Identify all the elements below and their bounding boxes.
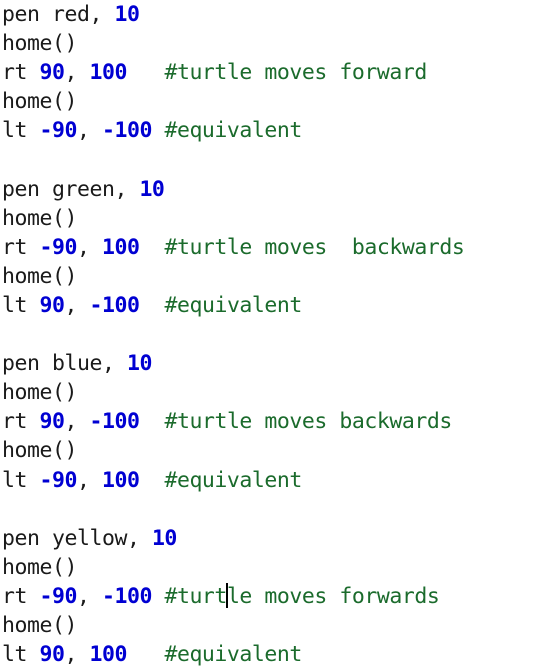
code-token-plain: pen blue,	[2, 351, 127, 377]
code-line[interactable]: rt -90, -100 #turtle moves forwards	[0, 582, 546, 611]
code-line[interactable]: home()	[0, 553, 546, 582]
code-token-num: -100	[89, 292, 140, 318]
code-line[interactable]: home()	[0, 436, 546, 465]
code-line[interactable]: rt 90, -100 #turtle moves backwards	[0, 407, 546, 436]
code-token-num: -100	[89, 409, 140, 435]
code-line[interactable]: home()	[0, 29, 546, 58]
code-line[interactable]: pen yellow, 10	[0, 524, 546, 553]
code-line[interactable]: home()	[0, 378, 546, 407]
code-token-num: 100	[101, 234, 140, 260]
code-line[interactable]: lt -90, 100 #equivalent	[0, 466, 546, 495]
code-token-plain: home()	[2, 612, 77, 638]
code-token-plain: ,	[64, 292, 90, 318]
code-token-num: 10	[126, 351, 152, 377]
code-token-num: 90	[39, 60, 65, 86]
code-editor-pane[interactable]: pen red, 10 home() rt 90, 100 #turtle move…	[0, 0, 546, 667]
code-line[interactable]: rt 90, 100 #turtle moves forward	[0, 58, 546, 87]
code-token-cmt: #equivalent	[164, 642, 302, 668]
code-line[interactable]: pen green, 10	[0, 175, 546, 204]
code-token-num: -90	[39, 583, 77, 609]
code-token-num: -100	[101, 118, 152, 144]
code-line[interactable]: lt -90, -100 #equivalent	[0, 116, 546, 145]
code-token-num: -90	[39, 467, 77, 493]
code-token-plain: home()	[2, 31, 77, 57]
code-token-num: 100	[89, 60, 127, 86]
code-token-cmt: #equivalent	[164, 467, 302, 493]
code-token-cmt: le moves forwards	[226, 583, 440, 609]
code-line[interactable]: pen red, 10	[0, 0, 546, 29]
code-token-num: -100	[101, 583, 152, 609]
code-token-cmt: #equivalent	[164, 118, 302, 144]
code-line[interactable]: home()	[0, 262, 546, 291]
code-token-plain: ,	[76, 234, 102, 260]
code-line[interactable]: pen blue, 10	[0, 349, 546, 378]
code-line[interactable]: home()	[0, 204, 546, 233]
code-token-plain: ,	[76, 467, 102, 493]
code-line[interactable]: lt 90, 100 #equivalent	[0, 640, 546, 669]
code-line-blank[interactable]	[0, 320, 546, 349]
code-token-cmt: #turtle moves backwards	[164, 234, 465, 260]
code-token-cmt: #turtle moves forward	[164, 60, 427, 86]
code-token-plain: home()	[2, 554, 77, 580]
code-token-plain: ,	[64, 409, 90, 435]
code-token-num: 10	[114, 2, 140, 27]
code-token-plain: home()	[2, 263, 77, 289]
code-token-plain: home()	[2, 205, 77, 231]
code-token-plain: ,	[64, 642, 90, 668]
code-token-plain: ,	[64, 60, 90, 86]
code-line[interactable]: home()	[0, 611, 546, 640]
code-token-num: -90	[39, 118, 77, 144]
code-token-plain: rt	[2, 409, 40, 435]
code-token-plain: lt	[2, 642, 40, 668]
code-token-plain: home()	[2, 438, 77, 464]
code-token-num: 100	[89, 642, 127, 668]
code-token-num: 10	[139, 176, 165, 202]
code-token-cmt: #turtle moves backwards	[164, 409, 452, 435]
code-token-plain: rt	[2, 583, 40, 609]
code-token-plain: rt	[2, 234, 40, 260]
code-token-num: 90	[39, 642, 65, 668]
code-token-plain: lt	[2, 118, 40, 144]
code-token-num: 100	[101, 467, 140, 493]
code-token-cmt: #turt	[164, 583, 227, 609]
code-token-plain: pen yellow,	[2, 525, 152, 551]
code-token-plain: ,	[76, 118, 102, 144]
code-line-blank[interactable]	[0, 495, 546, 524]
code-token-plain: home()	[2, 380, 77, 406]
code-token-num: 10	[151, 525, 177, 551]
code-token-plain: ,	[76, 583, 102, 609]
code-line-blank[interactable]	[0, 145, 546, 174]
code-token-plain: rt	[2, 60, 40, 86]
code-line[interactable]: home()	[0, 87, 546, 116]
code-token-cmt: #equivalent	[164, 292, 302, 318]
code-token-plain: pen green,	[2, 176, 140, 202]
code-line[interactable]: rt -90, 100 #turtle moves backwards	[0, 233, 546, 262]
code-token-num: 90	[39, 409, 65, 435]
code-token-plain: home()	[2, 89, 77, 115]
code-line[interactable]: lt 90, -100 #equivalent	[0, 291, 546, 320]
code-token-plain: lt	[2, 467, 40, 493]
code-token-num: 90	[39, 292, 65, 318]
code-token-num: -90	[39, 234, 77, 260]
code-token-plain: lt	[2, 292, 40, 318]
code-token-plain: pen red,	[2, 2, 115, 27]
